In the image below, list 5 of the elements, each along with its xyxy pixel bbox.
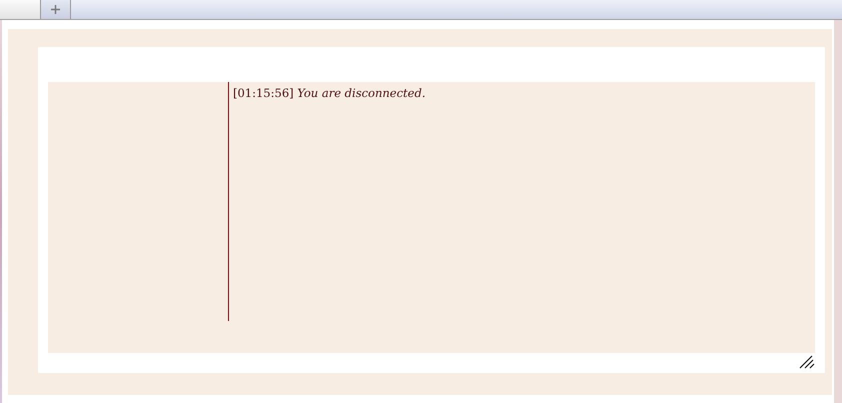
plus-icon — [51, 5, 60, 14]
tab-bar-corner — [0, 0, 40, 19]
log-message: [01:15:56] You are disconnected. — [233, 86, 426, 100]
new-tab-button[interactable] — [40, 0, 71, 19]
resize-grip-icon[interactable] — [799, 355, 815, 369]
